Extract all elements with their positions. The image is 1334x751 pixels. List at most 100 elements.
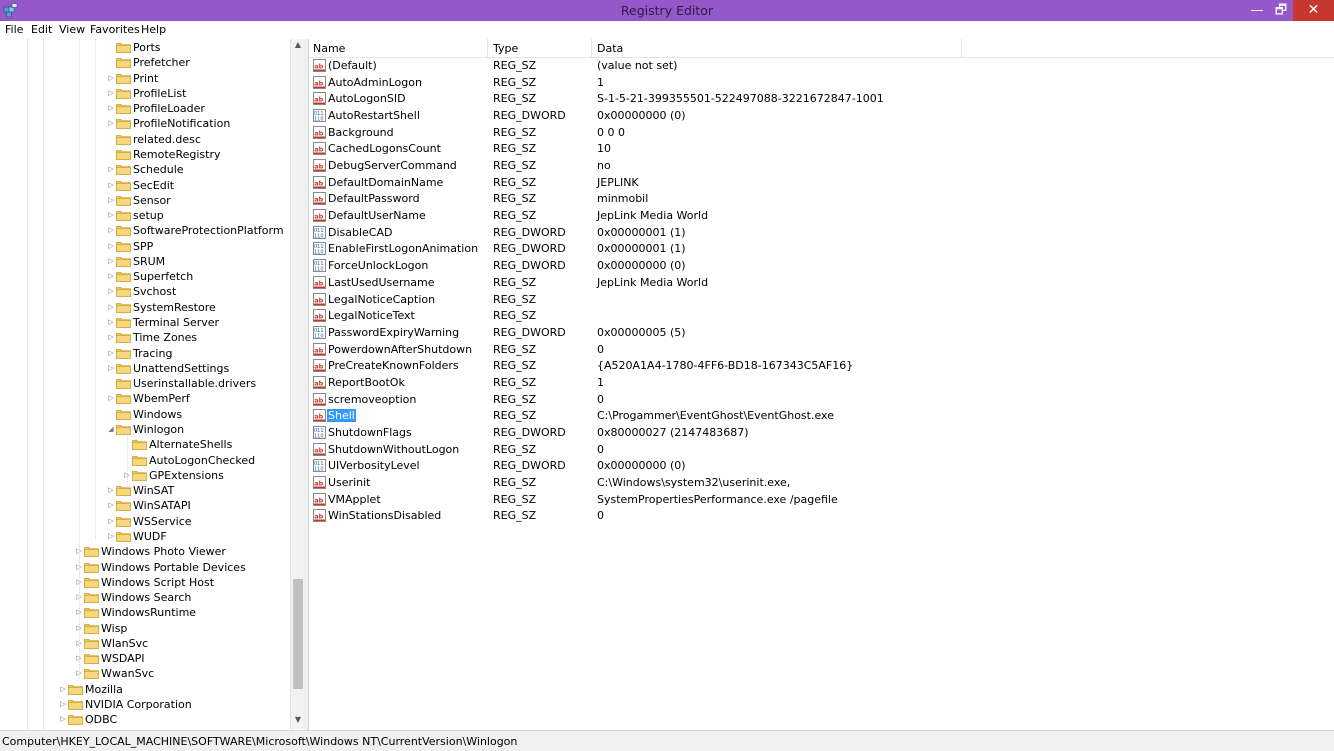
value-row-shutdownflags[interactable]: 011 110 ShutdownFlags REG_DWORD 0x80000027 (…	[309, 425, 1334, 441]
value-row-defaultpassword[interactable]: ab DefaultPassword REG_SZ minmobil	[309, 191, 1334, 207]
expand-arrow-icon[interactable]: ▷	[106, 178, 116, 193]
menu-help[interactable]: Help	[141, 23, 166, 36]
collapse-arrow-icon[interactable]: ◢	[106, 422, 116, 437]
value-row-winstationsdisabled[interactable]: ab WinStationsDisabled REG_SZ 0	[309, 508, 1334, 524]
binary-value-icon: 011 110	[313, 109, 326, 123]
expand-arrow-icon[interactable]: ▷	[106, 162, 116, 177]
expand-arrow-icon[interactable]: ▷	[106, 269, 116, 284]
expand-arrow-icon[interactable]: ▷	[106, 193, 116, 208]
expand-arrow-icon[interactable]: ▷	[106, 483, 116, 498]
value-row-vmapplet[interactable]: ab VMApplet REG_SZ SystemPropertiesPerforma…	[309, 492, 1334, 508]
expand-arrow-icon[interactable]: ▷	[106, 529, 116, 544]
value-data: C:\Windows\system32\userinit.exe,	[597, 476, 791, 489]
close-button[interactable]: ✕	[1293, 0, 1334, 21]
value-row-shutdownwithoutlogon[interactable]: ab ShutdownWithoutLogon REG_SZ 0	[309, 442, 1334, 458]
value-row-autoadminlogon[interactable]: ab AutoAdminLogon REG_SZ 1	[309, 75, 1334, 91]
expand-arrow-icon[interactable]: ▷	[106, 101, 116, 116]
value-row-userinit[interactable]: ab Userinit REG_SZ C:\Windows\system32\user…	[309, 475, 1334, 491]
expand-arrow-icon[interactable]: ▷	[106, 71, 116, 86]
menu-view[interactable]: View	[59, 23, 85, 36]
menu-favorites[interactable]: Favorites	[90, 23, 140, 36]
svg-text:ab: ab	[314, 163, 323, 171]
tree-node-label: Windows Search	[101, 591, 192, 605]
value-row-shell[interactable]: ab Shell REG_SZ C:\Progammer\EventGhost\Eve…	[309, 408, 1334, 424]
value-row-powerdownaftershutdown[interactable]: ab PowerdownAfterShutdown REG_SZ 0	[309, 342, 1334, 358]
column-type-header[interactable]: Type	[493, 42, 518, 58]
value-type: REG_SZ	[493, 392, 537, 406]
tree-node-label: ProfileNotification	[133, 117, 231, 131]
tree-node-label: Windows Photo Viewer	[101, 545, 226, 559]
svg-text:110: 110	[314, 433, 324, 439]
expand-arrow-icon[interactable]: ▷	[106, 300, 116, 315]
value-row-passwordexpirywarning[interactable]: 011 110 PasswordExpiryWarning REG_DWORD 0x00…	[309, 325, 1334, 341]
expand-arrow-icon[interactable]: ▷	[106, 315, 116, 330]
expand-arrow-icon[interactable]: ▷	[106, 391, 116, 406]
expand-arrow-icon[interactable]: ▷	[106, 330, 116, 345]
values-list[interactable]: Name Type Data ab (Default) REG_SZ (value n…	[309, 39, 1334, 729]
value-row-legalnoticecaption[interactable]: ab LegalNoticeCaption REG_SZ	[309, 292, 1334, 308]
value-row-lastusedusername[interactable]: ab LastUsedUsername REG_SZ JepLink Media Wo…	[309, 275, 1334, 291]
value-row-precreateknownfolders[interactable]: ab PreCreateKnownFolders REG_SZ {A520A1A4-1…	[309, 358, 1334, 374]
scrollbar-thumb[interactable]	[293, 579, 303, 689]
column-divider[interactable]	[487, 39, 488, 57]
expand-arrow-icon[interactable]: ▷	[106, 346, 116, 361]
menu-file[interactable]: File	[5, 23, 23, 36]
value-row-default[interactable]: ab (Default) REG_SZ (value not set)	[309, 58, 1334, 74]
expand-arrow-icon[interactable]: ▷	[58, 712, 68, 727]
value-type: REG_SZ	[493, 342, 537, 356]
column-divider[interactable]	[591, 39, 592, 57]
value-row-background[interactable]: ab Background REG_SZ 0 0 0	[309, 125, 1334, 141]
value-name: DebugServerCommand	[328, 159, 457, 173]
scroll-up-arrow[interactable]: ▲	[291, 40, 305, 49]
svg-text:ab: ab	[314, 446, 323, 454]
value-row-defaultdomainname[interactable]: ab DefaultDomainName REG_SZ JEPLINK	[309, 175, 1334, 191]
value-row-legalnoticetext[interactable]: ab LegalNoticeText REG_SZ	[309, 308, 1334, 324]
value-row-uiverbositylevel[interactable]: 011 110 UIVerbosityLevel REG_DWORD 0x0000000…	[309, 458, 1334, 474]
expand-arrow-icon[interactable]: ▷	[58, 697, 68, 712]
svg-text:ab: ab	[314, 96, 323, 104]
value-row-disablecad[interactable]: 011 110 DisableCAD REG_DWORD 0x00000001 (1)	[309, 225, 1334, 241]
value-data: C:\Progammer\EventGhost\EventGhost.exe	[597, 409, 834, 423]
value-row-autorestartshell[interactable]: 011 110 AutoRestartShell REG_DWORD 0x0000000…	[309, 108, 1334, 124]
value-row-debugservercommand[interactable]: ab DebugServerCommand REG_SZ no	[309, 158, 1334, 174]
folder-icon	[116, 302, 131, 313]
expand-arrow-icon[interactable]: ▷	[106, 254, 116, 269]
title-bar[interactable]: Registry Editor — 🗗 ✕	[0, 0, 1334, 21]
column-divider[interactable]	[961, 39, 962, 57]
expand-arrow-icon[interactable]: ▷	[106, 239, 116, 254]
tree-node-label: SystemRestore	[133, 300, 216, 314]
expand-arrow-icon[interactable]: ▷	[106, 361, 116, 376]
expand-arrow-icon[interactable]: ▷	[106, 514, 116, 529]
column-name-header[interactable]: Name	[313, 42, 345, 58]
expand-arrow-icon[interactable]: ▷	[106, 86, 116, 101]
value-row-forceunlocklogon[interactable]: 011 110 ForceUnlockLogon REG_DWORD 0x0000000…	[309, 258, 1334, 274]
value-row-autologonsid[interactable]: ab AutoLogonSID REG_SZ S-1-5-21-399355501-5…	[309, 91, 1334, 107]
key-tree[interactable]: Ports Prefetcher ▷ Print ▷ ProfileList ▷ Profil…	[0, 39, 291, 729]
menu-edit[interactable]: Edit	[31, 23, 52, 36]
value-row-defaultusername[interactable]: ab DefaultUserName REG_SZ JepLink Media Wor…	[309, 208, 1334, 224]
expand-arrow-icon[interactable]: ▷	[58, 682, 68, 697]
value-type: REG_SZ	[493, 59, 537, 72]
minimize-button[interactable]: —	[1244, 0, 1270, 21]
tree-node-label: RemoteRegistry	[133, 147, 221, 161]
expand-arrow-icon[interactable]: ▷	[106, 208, 116, 223]
scroll-down-arrow[interactable]: ▼	[291, 715, 305, 724]
expand-arrow-icon[interactable]: ▷	[106, 223, 116, 238]
value-data: 0	[597, 442, 604, 456]
value-row-reportbootok[interactable]: ab ReportBootOk REG_SZ 1	[309, 375, 1334, 391]
folder-icon	[116, 424, 131, 435]
value-row-cachedlogonscount[interactable]: ab CachedLogonsCount REG_SZ 10	[309, 141, 1334, 157]
value-row-enablefirstlogonanimation[interactable]: 011 110 EnableFirstLogonAnimation REG_DWORD…	[309, 241, 1334, 257]
maximize-button[interactable]: 🗗	[1268, 0, 1294, 21]
expand-arrow-icon[interactable]: ▷	[106, 498, 116, 513]
tree-node-label: GPExtensions	[149, 468, 224, 482]
column-data-header[interactable]: Data	[597, 42, 623, 58]
svg-text:ab: ab	[314, 129, 323, 137]
value-row-scremoveoption[interactable]: ab scremoveoption REG_SZ 0	[309, 392, 1334, 408]
value-type: REG_DWORD	[493, 109, 566, 123]
folder-icon	[132, 455, 147, 466]
expand-arrow-icon[interactable]: ▷	[106, 116, 116, 131]
expand-arrow-icon[interactable]: ▷	[106, 284, 116, 299]
string-value-icon: ab	[313, 509, 326, 523]
tree-scrollbar[interactable]: ▲ ▼	[290, 39, 305, 729]
